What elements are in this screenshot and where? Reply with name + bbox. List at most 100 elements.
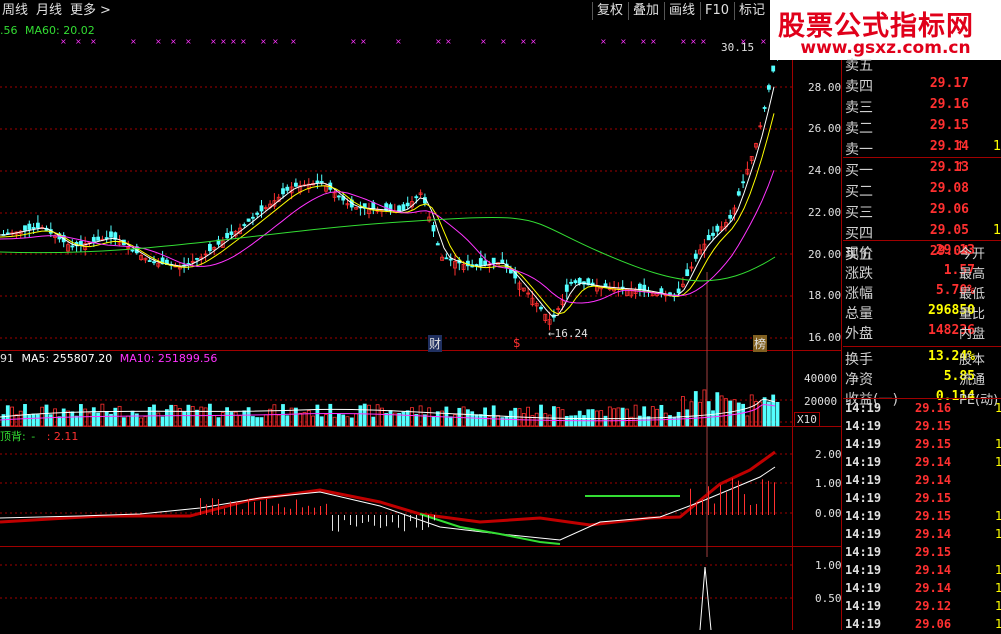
signal-x-mark: × <box>60 37 67 46</box>
order-book-row[interactable]: 卖一 29.14 ↑ 1 <box>843 138 1001 158</box>
signal-x-mark: × <box>650 37 657 46</box>
signal-x-mark: × <box>155 37 162 46</box>
signal-x-mark: × <box>210 37 217 46</box>
candle-body <box>255 212 260 215</box>
candle-body <box>569 281 573 284</box>
volume-bar <box>470 411 475 427</box>
candle-body <box>242 224 247 226</box>
stat-row: 现价 29.13 今开 <box>843 240 1001 262</box>
mark-button[interactable]: 标记 <box>734 2 769 20</box>
tick-price: 29.12 <box>915 599 952 613</box>
order-label: 卖四 <box>845 79 873 95</box>
volume-bar <box>190 405 195 427</box>
tick-price: 29.15 <box>915 545 952 559</box>
more-button[interactable]: 更多 <box>70 2 96 20</box>
order-book-row[interactable]: 卖三 29.16 <box>843 96 1001 116</box>
candle-body <box>401 204 406 211</box>
volume-bar <box>526 406 530 427</box>
volume-bar <box>216 417 221 427</box>
weekly-button[interactable]: 周线 <box>2 2 28 20</box>
tick-row[interactable]: 14:19 29.15 <box>843 418 1001 436</box>
volume-bar <box>358 405 363 427</box>
indicator-bar <box>744 494 745 515</box>
price-tick-26: 26.00 <box>808 122 842 135</box>
order-book-row[interactable]: 买二 29.08 <box>843 180 1001 200</box>
order-price: 29.16 <box>929 97 969 112</box>
indicator-bar <box>428 515 429 528</box>
indicator-bar <box>702 499 703 515</box>
order-book-row[interactable]: 卖四 29.17 <box>843 75 1001 95</box>
signal-x-mark: × <box>760 37 767 46</box>
stat-extra-label: 内盘 <box>959 327 986 342</box>
volume-bar <box>745 415 750 427</box>
stat-label: 净资 <box>845 372 873 388</box>
more-arrow-icon[interactable]: > <box>100 2 111 20</box>
indicator-bar <box>236 501 237 515</box>
stat-extra-label: 最低 <box>959 287 986 302</box>
order-book-row[interactable]: 卖五 <box>843 54 1001 74</box>
volume-bar <box>74 415 79 427</box>
volume-bar <box>195 409 199 427</box>
volume-bar <box>736 402 741 427</box>
volume-bar <box>199 406 204 427</box>
volume-bar <box>328 403 333 427</box>
volume-bar <box>345 416 350 427</box>
indicator-bar <box>314 507 315 515</box>
dollar-marker[interactable]: $ <box>513 336 521 350</box>
finance-marker[interactable]: 财 <box>428 335 443 352</box>
volume-bar <box>405 410 410 427</box>
tick-volume: 1 <box>995 599 1001 613</box>
candle-body <box>229 231 234 235</box>
signal-x-mark: × <box>290 37 297 46</box>
signal-x-mark: × <box>360 37 367 46</box>
volume-bar <box>715 392 720 427</box>
kline-chart[interactable]: × × × × × × × × × × × × × × × × × × × × × × × × × × × × × × × × <box>0 22 842 630</box>
tick-row[interactable]: 14:19 29.15 <box>843 490 1001 508</box>
tick-row[interactable]: 14:19 29.14 1 <box>843 526 1001 544</box>
rank-marker[interactable]: 榜 <box>753 335 768 352</box>
order-book-row[interactable]: 买四 29.05 1 <box>843 222 1001 242</box>
monthly-button[interactable]: 月线 <box>36 2 62 20</box>
order-book-row[interactable]: 买一 29.13 ↑ <box>843 157 1001 179</box>
volume-bar <box>367 404 371 427</box>
tick-row[interactable]: 14:19 29.16 1 <box>843 400 1001 418</box>
order-book-row[interactable]: 卖二 29.15 <box>843 117 1001 137</box>
tick-row[interactable]: 14:19 29.14 1 <box>843 580 1001 598</box>
volume-bar <box>122 417 126 427</box>
tick-volume: 1 <box>995 581 1001 595</box>
tick-row[interactable]: 14:19 29.14 1 <box>843 454 1001 472</box>
tick-row[interactable]: 14:19 29.15 1 <box>843 436 1001 454</box>
volume-bar <box>31 413 36 427</box>
overlay-button[interactable]: 叠加 <box>628 2 663 20</box>
order-book-row[interactable]: 买三 29.06 <box>843 201 1001 221</box>
volume-bar <box>130 410 135 427</box>
volume-bar <box>659 404 664 427</box>
volume-bar <box>164 409 169 427</box>
signal-x-mark: × <box>185 37 192 46</box>
volume-bar <box>272 404 277 427</box>
signal-x-mark: × <box>75 37 82 46</box>
tick-row[interactable]: 14:19 29.15 <box>843 544 1001 562</box>
draw-line-button[interactable]: 画线 <box>664 2 699 20</box>
tick-row[interactable]: 14:19 29.14 1 <box>843 562 1001 580</box>
volume-bar <box>728 400 733 427</box>
tick-row[interactable]: 14:19 29.15 1 <box>843 508 1001 526</box>
candle-body <box>435 243 440 246</box>
tick-row[interactable]: 14:19 29.06 1 <box>843 616 1001 634</box>
adjust-button[interactable]: 复权 <box>592 2 627 20</box>
indicator-bar <box>368 515 369 522</box>
tick-row[interactable]: 14:19 29.12 1 <box>843 598 1001 616</box>
indicator-bar <box>738 480 739 515</box>
volume-bar <box>306 410 311 427</box>
tick-row[interactable]: 14:19 29.14 <box>843 472 1001 490</box>
f10-button[interactable]: F10 <box>700 2 733 20</box>
volume-bar <box>57 416 62 427</box>
volume-bar <box>638 415 642 427</box>
candle-body <box>483 260 488 266</box>
indicator-bar <box>302 507 303 515</box>
volume-bar <box>70 411 75 427</box>
volume-bar <box>552 406 556 427</box>
candle-body <box>96 236 100 241</box>
volume-bar <box>375 404 380 427</box>
volume-bar <box>762 397 767 427</box>
